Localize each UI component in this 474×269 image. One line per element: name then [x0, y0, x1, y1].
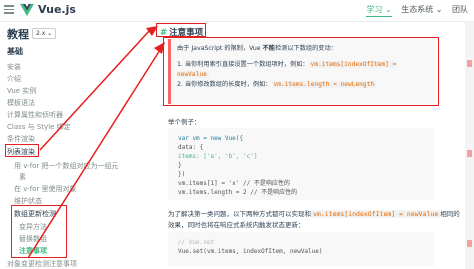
- highlight-box-notice: [163, 37, 439, 106]
- scroll-marker: [467, 150, 472, 157]
- sidebar-item-instance[interactable]: Vue 实例: [7, 86, 36, 96]
- scroll-marker: [467, 240, 472, 247]
- paragraph-solution-text-2: 相同的: [440, 210, 460, 218]
- top-nav: 学习 ⌄ 生态系统 ⌄ 团队: [359, 4, 468, 17]
- paragraph-solution-line2: 效果，同时也将在响应式系统内触发状态更新：: [168, 221, 305, 229]
- code-line: vm.items[1] = 'x' // 不是响应性的: [178, 180, 290, 187]
- top-bar: Vue.js 学习 ⌄ 生态系统 ⌄ 团队: [0, 0, 474, 22]
- nav-ecosystem[interactable]: 生态系统 ⌄: [401, 5, 442, 14]
- code-block-example: var vm = new Vue({ data: { items: ['a', …: [168, 128, 434, 200]
- sidebar-subitem-vfor-object[interactable]: 在 v-for 里使用对象: [14, 184, 77, 194]
- example-label: 举个例子：: [168, 118, 201, 126]
- code-line: }): [178, 171, 186, 178]
- vue-logo-icon[interactable]: [20, 3, 34, 17]
- sidebar-item-computed[interactable]: 计算属性和侦听器: [7, 110, 63, 120]
- sidebar-subitem-vfor-array-cont[interactable]: 素: [19, 172, 26, 182]
- highlight-box-list: [5, 144, 39, 157]
- sidebar-section-basics: 基础: [7, 47, 23, 56]
- code-line: vm.items.length = 2 // 不是响应性的: [178, 189, 298, 196]
- sidebar-title: 教程: [7, 28, 29, 41]
- sidebar-item-syntax[interactable]: 模板语法: [7, 98, 35, 108]
- code-line: items: ['a', 'b', 'c']: [178, 153, 258, 160]
- sidebar-item-install[interactable]: 安装: [7, 62, 21, 72]
- paragraph-solution-code: vm.items[indexOfItem] = newValue: [311, 210, 441, 218]
- sidebar-item-conditional[interactable]: 条件渲染: [7, 134, 35, 144]
- sidebar-item-class-style[interactable]: Class 与 Style 绑定: [7, 122, 71, 132]
- code-line: // Vue.set: [178, 239, 215, 246]
- menu-icon[interactable]: [4, 5, 14, 14]
- paragraph-solution: 为了解决第一类问题，以下两种方式都可以实现和 vm.items[indexOfIt…: [168, 208, 460, 218]
- nav-team[interactable]: 团队: [452, 5, 468, 14]
- sidebar-subitem-vfor-array[interactable]: 用 v-for 把一个数组对应为一组元: [14, 161, 119, 171]
- nav-learn[interactable]: 学习 ⌄: [366, 5, 392, 17]
- scroll-marker: [467, 60, 472, 67]
- highlight-box-heading: [156, 23, 206, 37]
- code-line: data: {: [178, 144, 204, 151]
- code-line: Vue.set(vm.items, indexOfItem, newValue): [178, 248, 323, 255]
- version-select[interactable]: 2.x ⌄: [32, 28, 57, 39]
- sidebar: 教程 2.x ⌄ 基础 安装 介绍 Vue 实例 模板语法 计算属性和侦听器 C…: [0, 22, 148, 269]
- main-content: # 注意事项 由于 JavaScript 的限制，Vue 不能检测以下数组的变动：…: [148, 22, 474, 269]
- sidebar-item-intro[interactable]: 介绍: [7, 74, 21, 84]
- paragraph-solution-text: 为了解决第一类问题，以下两种方式都可以实现和: [168, 210, 311, 218]
- highlight-box-array-detect: [11, 205, 67, 258]
- code-block-vue-set: // Vue.set Vue.set(vm.items, indexOfItem…: [168, 232, 434, 266]
- brand-name[interactable]: Vue.js: [38, 3, 76, 16]
- sidebar-item-object-caveats[interactable]: 对象变更检测注意事项: [7, 259, 77, 269]
- code-line: var vm = new Vue({: [178, 135, 244, 142]
- code-line: }: [178, 162, 182, 169]
